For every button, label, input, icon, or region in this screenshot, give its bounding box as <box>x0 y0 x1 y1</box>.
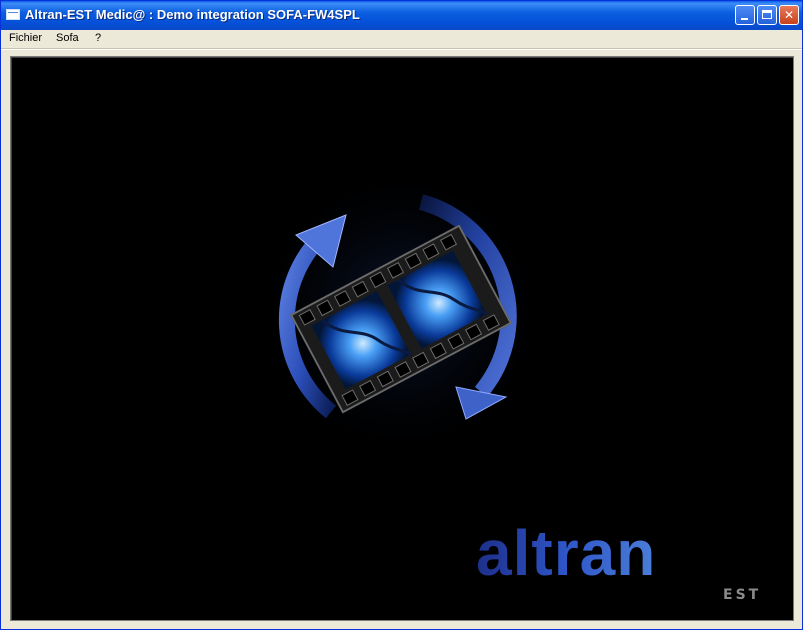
altran-logo-sub: EST <box>723 587 761 603</box>
menu-bar: Fichier Sofa ? <box>1 30 802 48</box>
render-viewport[interactable]: altran EST <box>10 56 794 621</box>
app-window: Altran-EST Medic@ : Demo integration SOF… <box>0 0 803 630</box>
film-refresh-icon <box>251 162 551 462</box>
altran-logo-text: altran <box>476 517 656 589</box>
viewport-canvas: altran EST <box>251 162 761 603</box>
menu-help[interactable]: ? <box>95 32 101 44</box>
altran-logo: altran EST <box>476 517 761 603</box>
close-icon: ✕ <box>783 8 795 22</box>
title-bar[interactable]: Altran-EST Medic@ : Demo integration SOF… <box>1 1 802 30</box>
menu-separator <box>1 48 802 50</box>
maximize-icon <box>762 10 772 19</box>
menu-sofa[interactable]: Sofa <box>56 32 79 44</box>
minimize-button[interactable] <box>735 5 755 25</box>
maximize-button[interactable] <box>757 5 777 25</box>
app-icon[interactable] <box>6 9 20 20</box>
window-title: Altran-EST Medic@ : Demo integration SOF… <box>25 7 360 22</box>
minimize-icon <box>741 18 748 20</box>
menu-fichier[interactable]: Fichier <box>9 32 42 44</box>
close-button[interactable]: ✕ <box>779 5 799 25</box>
